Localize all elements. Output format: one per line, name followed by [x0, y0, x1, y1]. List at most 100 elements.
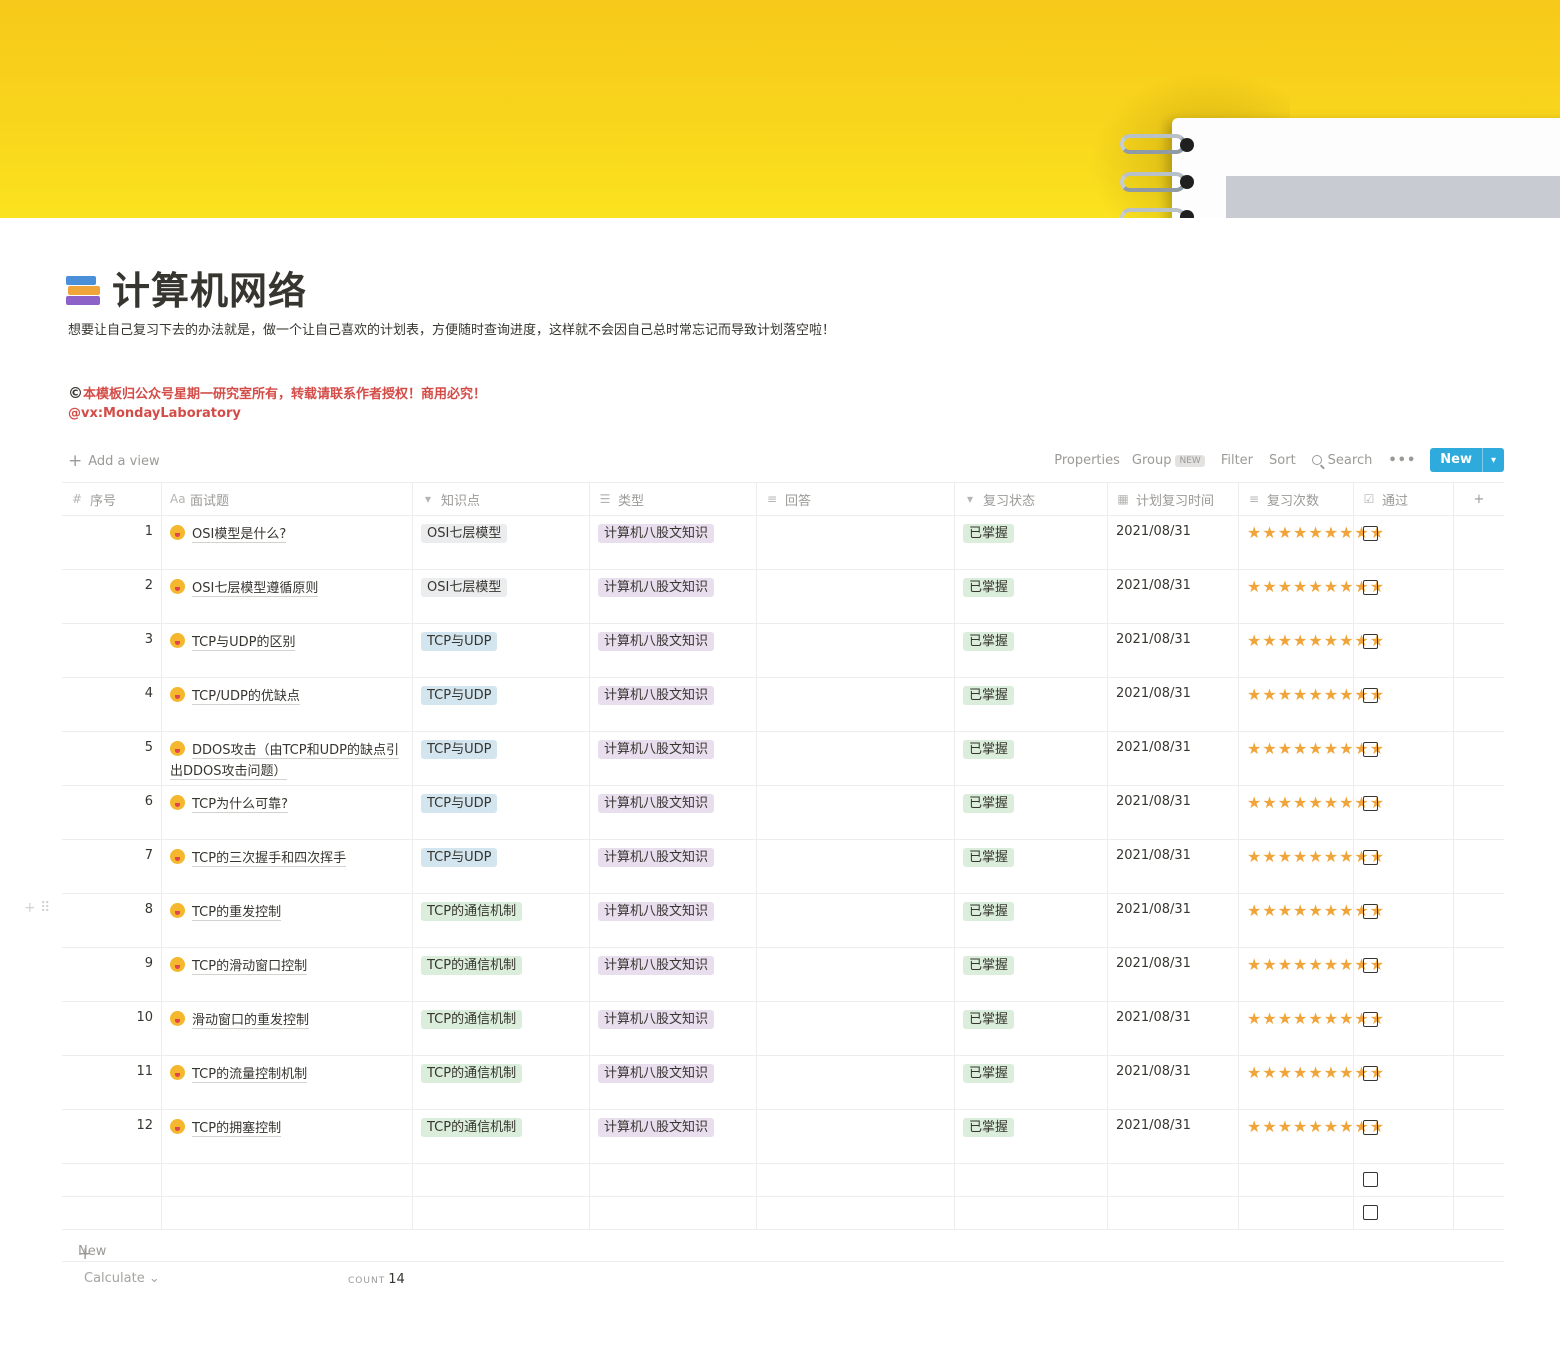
- page-title[interactable]: 计算机网络: [112, 266, 307, 316]
- column-answer-header[interactable]: ≡ 回答: [757, 483, 955, 515]
- add-column-button[interactable]: +: [1454, 483, 1504, 515]
- passed-cell[interactable]: [1354, 570, 1454, 623]
- knowledge-tag[interactable]: TCP的通信机制: [421, 1010, 523, 1029]
- column-number-header[interactable]: # 序号: [62, 483, 162, 515]
- type-tag[interactable]: 计算机八股文知识: [598, 578, 715, 597]
- chevron-down-icon[interactable]: ▾: [1482, 448, 1504, 472]
- checkbox[interactable]: [1363, 580, 1378, 595]
- type-cell[interactable]: 计算机八股文知识: [590, 840, 757, 893]
- status-tag[interactable]: 已掌握: [963, 956, 1015, 975]
- question-cell[interactable]: OSI模型是什么?: [162, 516, 413, 569]
- column-status-cell[interactable]: [955, 1197, 1108, 1229]
- checkbox[interactable]: [1363, 958, 1378, 973]
- column-knowledge-cell[interactable]: [413, 1197, 590, 1229]
- reviews-cell[interactable]: ★★★★★★★★★: [1239, 786, 1384, 839]
- knowledge-cell[interactable]: OSI七层模型: [413, 570, 590, 623]
- number-cell[interactable]: 5: [62, 732, 162, 785]
- answer-cell[interactable]: [757, 678, 955, 731]
- number-cell[interactable]: 3: [62, 624, 162, 677]
- knowledge-cell[interactable]: TCP的通信机制: [413, 1110, 590, 1163]
- knowledge-tag[interactable]: OSI七层模型: [421, 578, 508, 597]
- knowledge-cell[interactable]: OSI七层模型: [413, 516, 590, 569]
- column-passed-cell[interactable]: [1354, 1164, 1454, 1196]
- group-button[interactable]: Group NEW: [1132, 453, 1205, 468]
- knowledge-tag[interactable]: TCP的通信机制: [421, 956, 523, 975]
- question-text[interactable]: TCP与UDP的区别: [192, 635, 296, 651]
- question-title[interactable]: TCP为什么可靠?: [170, 794, 404, 815]
- question-title[interactable]: TCP的三次握手和四次挥手: [170, 848, 404, 869]
- question-cell[interactable]: TCP为什么可靠?: [162, 786, 413, 839]
- question-text[interactable]: TCP的流量控制机制: [192, 1067, 308, 1083]
- date-cell[interactable]: 2021/08/31: [1108, 732, 1239, 785]
- question-title[interactable]: DDOS攻击（由TCP和UDP的缺点引出DDOS攻击问题）: [170, 740, 404, 782]
- column-status-header[interactable]: ▾ 复习状态: [955, 483, 1108, 515]
- reviews-cell[interactable]: ★★★★★★★★★: [1239, 624, 1384, 677]
- reviews-cell[interactable]: ★★★★★★★★★: [1239, 678, 1384, 731]
- column-knowledge-cell[interactable]: [413, 1164, 590, 1196]
- checkbox[interactable]: [1363, 1120, 1378, 1135]
- answer-cell[interactable]: [757, 840, 955, 893]
- date-cell[interactable]: 2021/08/31: [1108, 840, 1239, 893]
- question-text[interactable]: TCP为什么可靠?: [192, 797, 288, 813]
- question-title[interactable]: TCP的滑动窗口控制: [170, 956, 404, 977]
- knowledge-tag[interactable]: TCP的通信机制: [421, 1118, 523, 1137]
- question-text[interactable]: OSI七层模型遵循原则: [192, 581, 319, 597]
- more-options-icon[interactable]: •••: [1388, 453, 1416, 468]
- answer-cell[interactable]: [757, 570, 955, 623]
- column-answer-cell[interactable]: [757, 1164, 955, 1196]
- status-cell[interactable]: 已掌握: [955, 1110, 1108, 1163]
- number-cell[interactable]: 6: [62, 786, 162, 839]
- question-cell[interactable]: TCP的重发控制: [162, 894, 413, 947]
- knowledge-cell[interactable]: TCP的通信机制: [413, 948, 590, 1001]
- reviews-cell[interactable]: ★★★★★★★★★: [1239, 516, 1384, 569]
- passed-cell[interactable]: [1354, 1110, 1454, 1163]
- type-cell[interactable]: 计算机八股文知识: [590, 624, 757, 677]
- properties-button[interactable]: Properties: [1054, 453, 1120, 468]
- type-tag[interactable]: 计算机八股文知识: [598, 848, 715, 867]
- type-tag[interactable]: 计算机八股文知识: [598, 1118, 715, 1137]
- number-cell[interactable]: 9: [62, 948, 162, 1001]
- passed-cell[interactable]: [1354, 786, 1454, 839]
- answer-cell[interactable]: [757, 624, 955, 677]
- number-cell[interactable]: 12: [62, 1110, 162, 1163]
- column-type-cell[interactable]: [590, 1164, 757, 1196]
- reviews-cell[interactable]: ★★★★★★★★★: [1239, 732, 1384, 785]
- status-cell[interactable]: 已掌握: [955, 948, 1108, 1001]
- passed-cell[interactable]: [1354, 516, 1454, 569]
- status-tag[interactable]: 已掌握: [963, 740, 1015, 759]
- number-cell[interactable]: 7: [62, 840, 162, 893]
- type-tag[interactable]: 计算机八股文知识: [598, 632, 715, 651]
- type-cell[interactable]: 计算机八股文知识: [590, 678, 757, 731]
- question-text[interactable]: TCP的三次握手和四次挥手: [192, 851, 347, 867]
- type-tag[interactable]: 计算机八股文知识: [598, 902, 715, 921]
- status-tag[interactable]: 已掌握: [963, 1010, 1015, 1029]
- question-cell[interactable]: TCP/UDP的优缺点: [162, 678, 413, 731]
- checkbox[interactable]: [1363, 904, 1378, 919]
- date-cell[interactable]: 2021/08/31: [1108, 570, 1239, 623]
- type-tag[interactable]: 计算机八股文知识: [598, 740, 715, 759]
- date-cell[interactable]: 2021/08/31: [1108, 948, 1239, 1001]
- type-tag[interactable]: 计算机八股文知识: [598, 1064, 715, 1083]
- reviews-cell[interactable]: ★★★★★★★★★: [1239, 948, 1384, 1001]
- type-tag[interactable]: 计算机八股文知识: [598, 1010, 715, 1029]
- date-cell[interactable]: 2021/08/31: [1108, 516, 1239, 569]
- column-type-header[interactable]: ☰ 类型: [590, 483, 757, 515]
- question-cell[interactable]: OSI七层模型遵循原则: [162, 570, 413, 623]
- knowledge-tag[interactable]: TCP与UDP: [421, 794, 498, 813]
- question-text[interactable]: OSI模型是什么?: [192, 527, 287, 543]
- type-cell[interactable]: 计算机八股文知识: [590, 1002, 757, 1055]
- new-button[interactable]: New ▾: [1430, 448, 1504, 472]
- checkbox[interactable]: [1363, 742, 1378, 757]
- type-cell[interactable]: 计算机八股文知识: [590, 516, 757, 569]
- question-cell[interactable]: TCP的流量控制机制: [162, 1056, 413, 1109]
- status-cell[interactable]: 已掌握: [955, 1056, 1108, 1109]
- column-knowledge-header[interactable]: ▾ 知识点: [413, 483, 590, 515]
- knowledge-tag[interactable]: TCP与UDP: [421, 848, 498, 867]
- knowledge-cell[interactable]: TCP与UDP: [413, 624, 590, 677]
- knowledge-cell[interactable]: TCP的通信机制: [413, 1002, 590, 1055]
- answer-cell[interactable]: [757, 1056, 955, 1109]
- type-cell[interactable]: 计算机八股文知识: [590, 948, 757, 1001]
- type-cell[interactable]: 计算机八股文知识: [590, 894, 757, 947]
- number-cell[interactable]: 8: [62, 894, 162, 947]
- status-cell[interactable]: 已掌握: [955, 570, 1108, 623]
